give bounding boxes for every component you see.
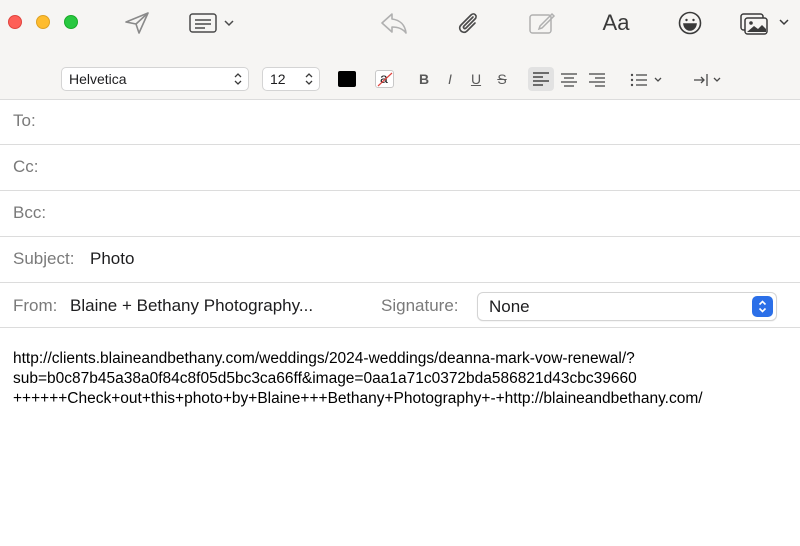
indent-button[interactable]: [692, 70, 726, 90]
align-left-icon: [533, 72, 549, 86]
message-body[interactable]: http://clients.blaineandbethany.com/wedd…: [13, 349, 793, 409]
signature-label: Signature:: [381, 296, 459, 315]
header-fields-button[interactable]: [188, 8, 238, 38]
updown-chevron-icon: [758, 300, 767, 313]
bcc-label: Bcc:: [13, 203, 47, 222]
to-field-row[interactable]: To:: [0, 99, 800, 145]
photo-browser-button[interactable]: [738, 8, 796, 38]
reply-button[interactable]: [378, 8, 410, 38]
updown-chevron-icon: [305, 73, 313, 85]
font-size-value: 12: [270, 71, 286, 87]
signature-select[interactable]: None: [477, 292, 777, 321]
minimize-window-button[interactable]: [36, 15, 50, 29]
align-center-icon: [561, 73, 577, 87]
subject-label: Subject:: [13, 249, 75, 268]
highlight-color-button[interactable]: a: [375, 70, 394, 88]
emoji-button[interactable]: [676, 8, 704, 38]
markup-button[interactable]: [526, 8, 558, 38]
bold-label: B: [418, 71, 430, 87]
window-toolbar: Aa: [0, 0, 800, 60]
close-window-button[interactable]: [8, 15, 22, 29]
cc-label: Cc:: [13, 157, 39, 176]
font-size-select[interactable]: 12: [262, 67, 320, 91]
underline-label: U: [470, 71, 482, 87]
list-style-button[interactable]: [630, 70, 666, 90]
italic-label: I: [448, 71, 452, 87]
attach-icon: [458, 13, 477, 34]
italic-button[interactable]: I: [443, 69, 457, 89]
align-right-icon: [589, 73, 605, 87]
send-button[interactable]: [122, 8, 152, 38]
reply-icon: [381, 13, 407, 34]
align-right-button[interactable]: [588, 70, 606, 90]
underline-button[interactable]: U: [468, 69, 484, 89]
align-left-button[interactable]: [528, 67, 554, 91]
indent-icon: [694, 74, 721, 86]
emoji-icon: [678, 11, 702, 35]
attach-button[interactable]: [454, 8, 482, 38]
from-account-select[interactable]: Blaine + Bethany Photography...: [70, 283, 313, 329]
signature-stepper[interactable]: [752, 296, 773, 317]
no-highlight-slash-icon: [377, 72, 393, 87]
zoom-window-button[interactable]: [64, 15, 78, 29]
updown-chevron-icon: [234, 73, 242, 85]
cc-field-row[interactable]: Cc:: [0, 145, 800, 191]
format-label: Aa: [602, 10, 630, 35]
markup-icon: [529, 12, 556, 34]
bulleted-list-icon: [630, 73, 662, 87]
text-color-button[interactable]: [338, 71, 356, 87]
strikethrough-button[interactable]: S: [494, 69, 510, 89]
font-family-value: Helvetica: [69, 71, 127, 87]
bcc-field-row[interactable]: Bcc:: [0, 191, 800, 237]
font-family-select[interactable]: Helvetica: [61, 67, 249, 91]
header-fields-icon: [189, 13, 234, 33]
to-label: To:: [13, 111, 36, 130]
message-line: sub=b0c87b45a38a0f84c8f05d5bc3ca66ff&ima…: [13, 370, 637, 387]
signature-value: None: [489, 297, 530, 316]
photo-browser-icon: [740, 13, 789, 35]
from-label: From:: [13, 296, 58, 315]
format-button[interactable]: Aa: [598, 8, 634, 38]
bold-button[interactable]: B: [416, 69, 432, 89]
send-icon: [125, 12, 149, 34]
message-line: ++++++Check+out+this+photo+by+Blaine+++B…: [13, 390, 703, 407]
subject-field-row[interactable]: Subject: Photo: [0, 237, 800, 283]
subject-input[interactable]: Photo: [90, 237, 134, 281]
strikethrough-label: S: [497, 71, 507, 87]
message-line: http://clients.blaineandbethany.com/wedd…: [13, 350, 635, 367]
align-center-button[interactable]: [560, 70, 578, 90]
